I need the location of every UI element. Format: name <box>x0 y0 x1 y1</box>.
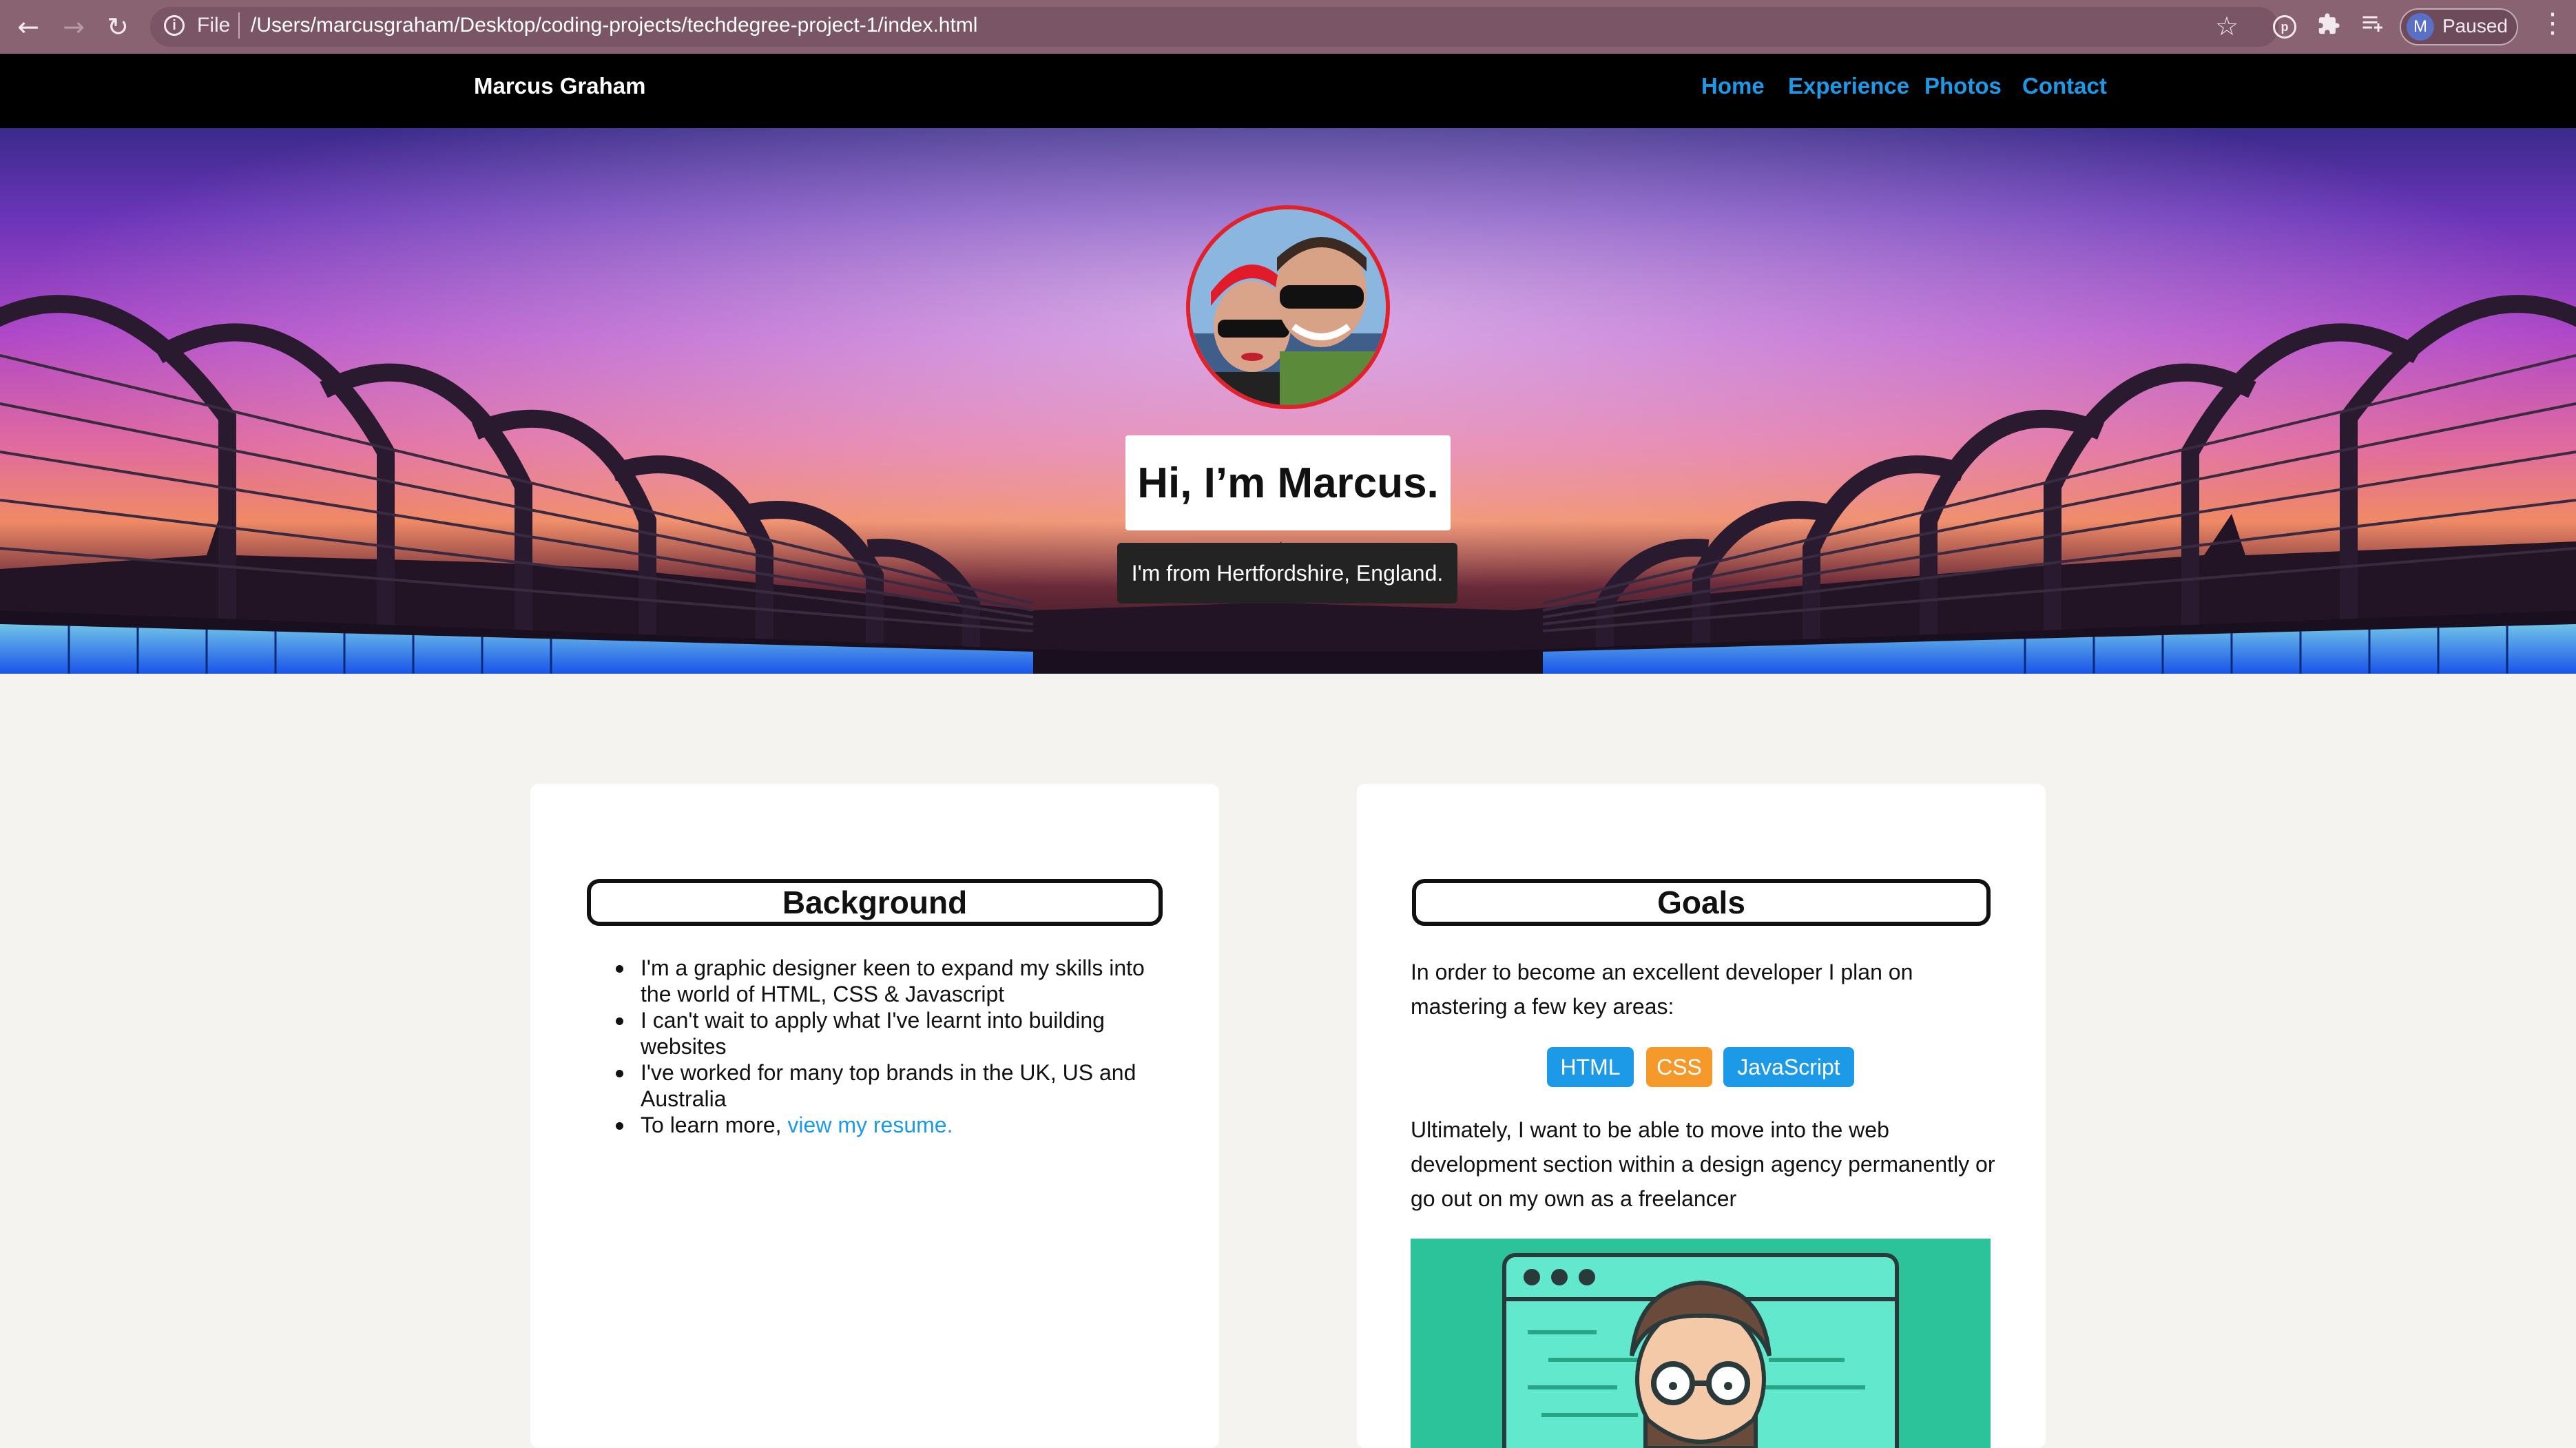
nav-photos[interactable]: Photos <box>1924 73 2002 99</box>
skill-pill-html: HTML <box>1547 1047 1634 1087</box>
more-menu-icon[interactable]: ⋮ <box>2539 10 2566 37</box>
bookmark-star-icon[interactable]: ☆ <box>2215 11 2239 42</box>
skill-pill-javascript: JavaScript <box>1723 1047 1854 1087</box>
goals-outro: Ultimately, I want to be able to move in… <box>1411 1117 1995 1211</box>
background-heading: Background <box>587 879 1163 926</box>
address-divider <box>238 12 240 39</box>
profile-photo <box>1186 205 1390 409</box>
address-url[interactable]: /Users/marcusgraham/Desktop/coding-proje… <box>251 14 977 37</box>
pinterest-extension-icon[interactable]: p <box>2273 15 2296 39</box>
info-icon[interactable]: i <box>164 15 185 36</box>
list-item: To learn more, view my resume. <box>616 1112 1171 1138</box>
list-item: I can't wait to apply what I've learnt i… <box>616 1007 1171 1059</box>
nav-experience[interactable]: Experience <box>1788 73 1909 99</box>
profile-status[interactable]: Paused <box>2442 15 2508 37</box>
goals-intro: In order to become an excellent develope… <box>1411 960 1913 1019</box>
site-brand[interactable]: Marcus Graham <box>474 73 645 99</box>
nav-contact[interactable]: Contact <box>2022 73 2107 99</box>
hero-title: Hi, I’m Marcus. <box>1125 435 1451 530</box>
reload-icon[interactable]: ↻ <box>99 8 136 45</box>
site-navbar <box>0 54 2576 128</box>
hero-subtitle: I'm from Hertfordshire, England. <box>1117 543 1457 603</box>
background-list: I'm a graphic designer keen to expand my… <box>616 955 1171 1138</box>
profile-avatar[interactable]: M <box>2407 13 2434 41</box>
forward-icon[interactable]: → <box>55 8 92 45</box>
skill-pill-css: CSS <box>1646 1047 1712 1087</box>
developer-illustration <box>1411 1239 1991 1448</box>
resume-prefix: To learn more, <box>641 1113 788 1137</box>
address-scheme-label: File <box>197 14 231 37</box>
goals-heading: Goals <box>1412 879 1991 926</box>
list-item: I've worked for many top brands in the U… <box>616 1059 1171 1112</box>
back-icon[interactable]: ← <box>10 8 47 45</box>
reading-list-icon[interactable] <box>2360 11 2385 43</box>
resume-link[interactable]: view my resume. <box>787 1113 953 1137</box>
list-item: I'm a graphic designer keen to expand my… <box>616 955 1171 1007</box>
extensions-puzzle-icon[interactable] <box>2317 12 2340 42</box>
nav-home[interactable]: Home <box>1701 73 1765 99</box>
